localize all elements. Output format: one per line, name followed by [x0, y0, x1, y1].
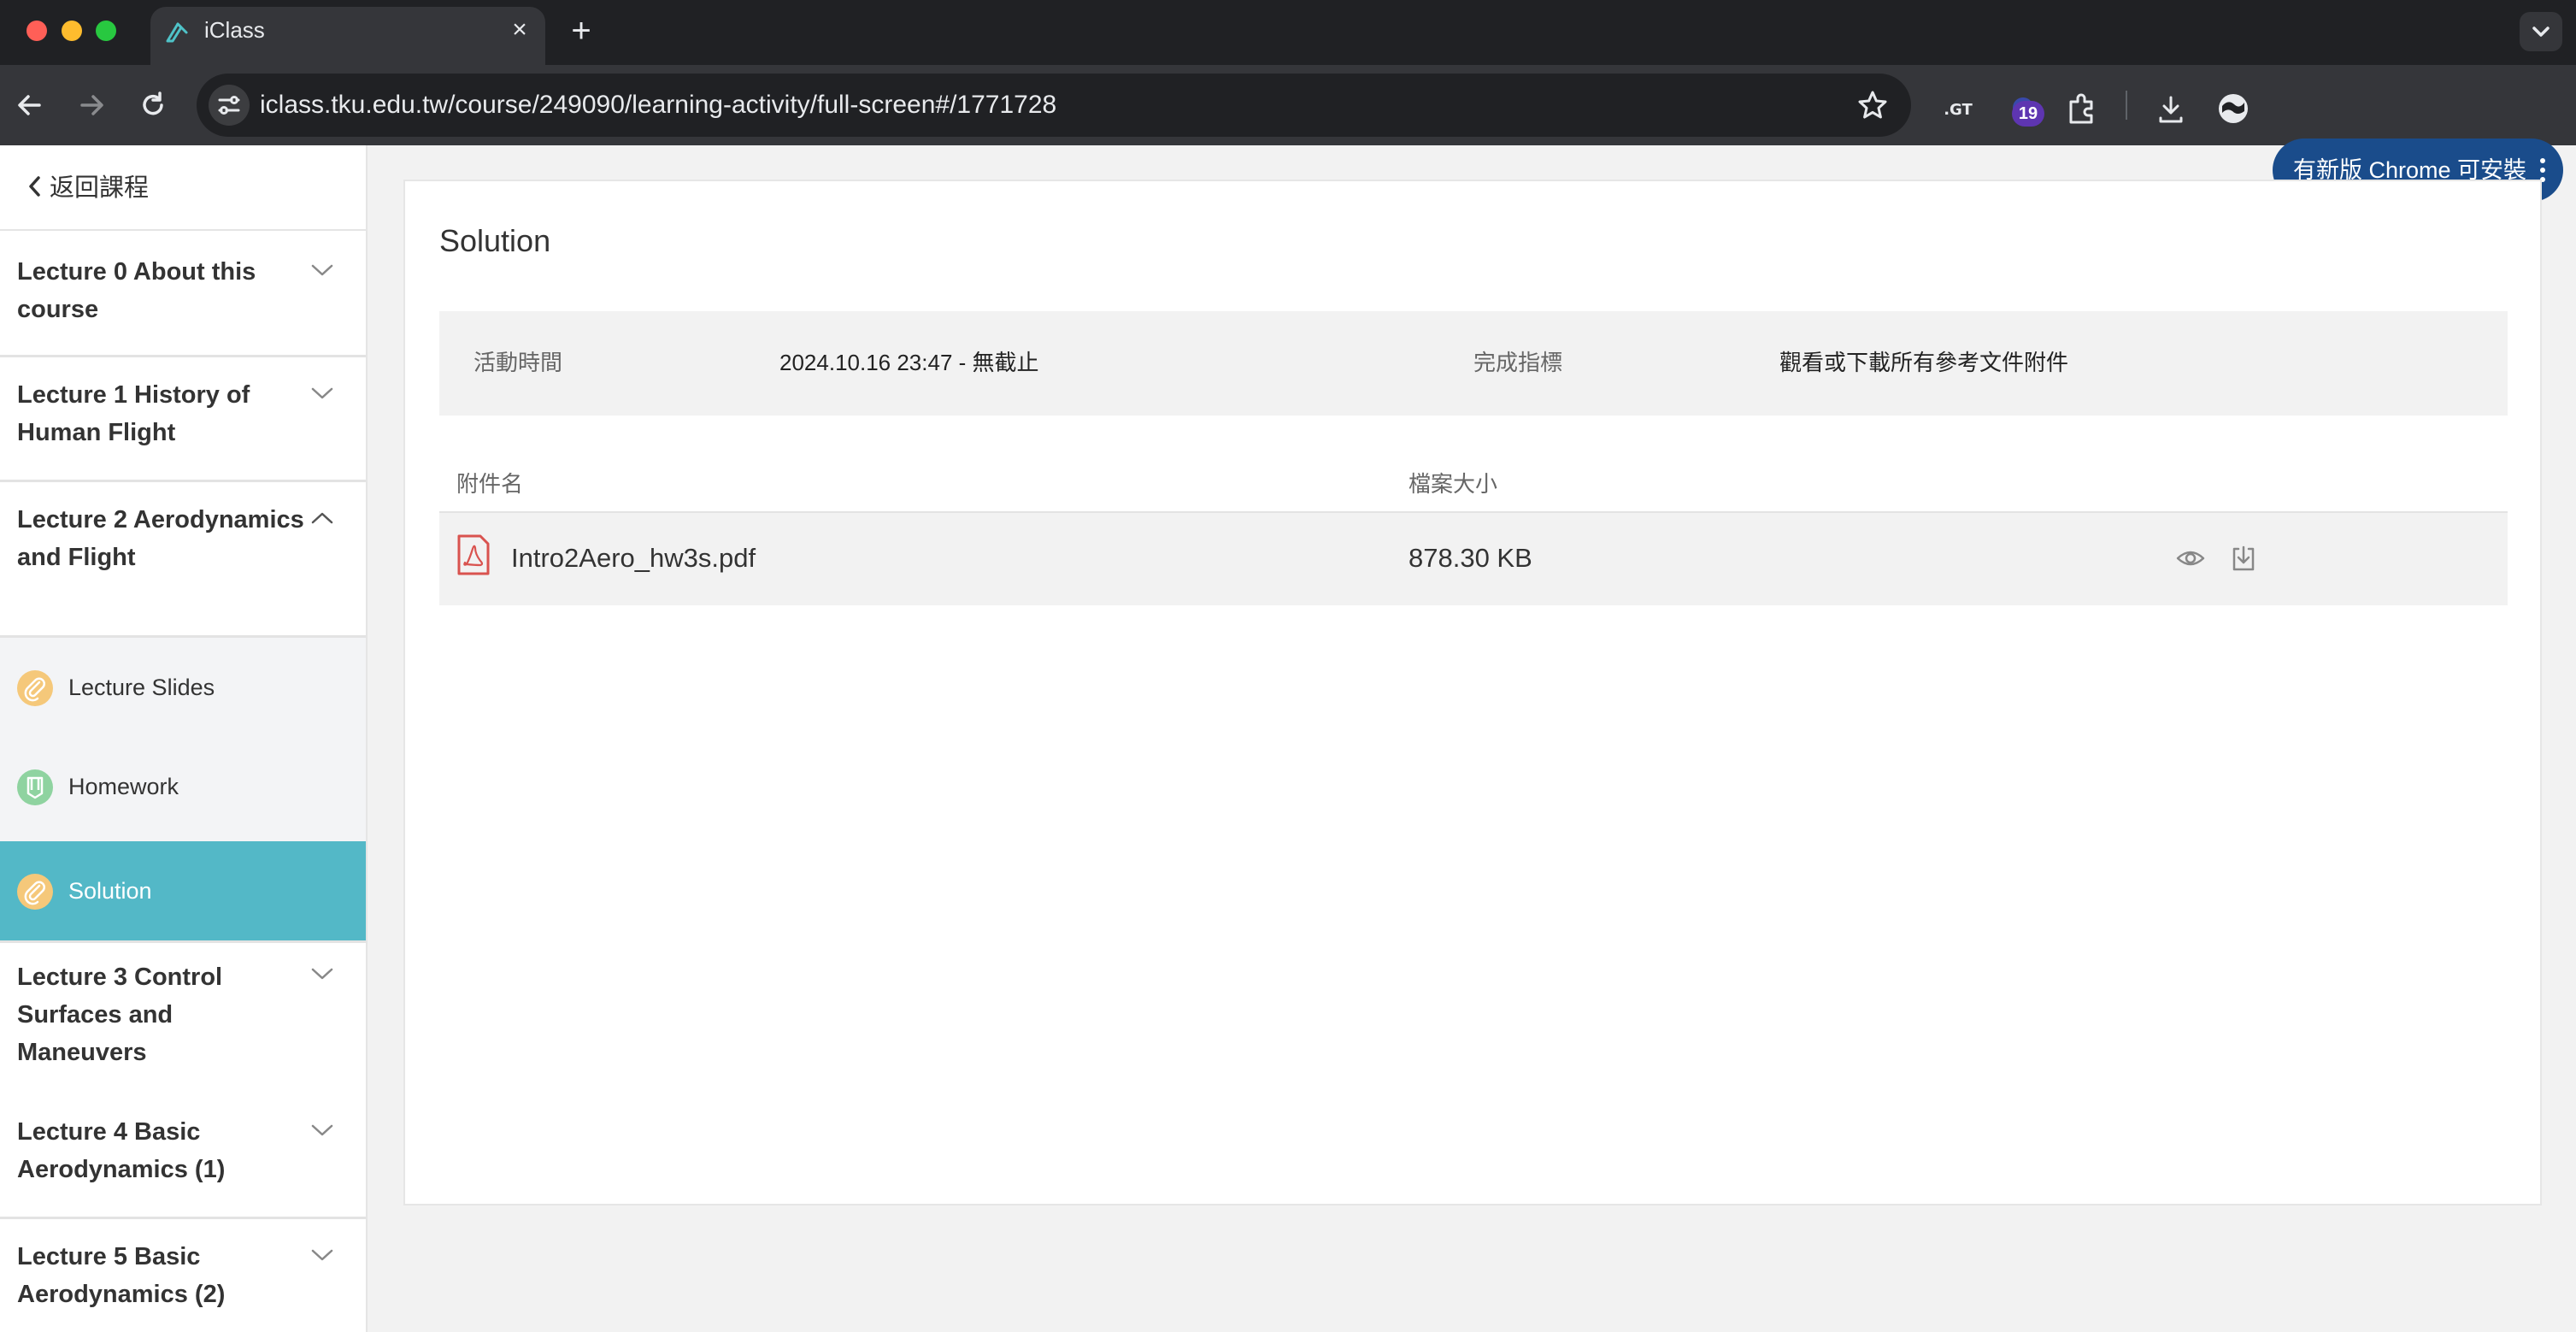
attachment-table-header: 附件名 檔案大小 [439, 458, 2508, 513]
toolbar-divider [2126, 91, 2127, 120]
lecture-title: Lecture 3 Control Surfaces and Maneuvers [17, 964, 223, 1066]
profile-avatar-icon[interactable] [2215, 91, 2251, 127]
chevron-up-icon [311, 512, 333, 524]
lecture-title: Lecture 1 History of Human Flight [17, 381, 250, 446]
lecture-title: Lecture 2 Aerodynamics and Flight [17, 506, 304, 571]
maximize-window-button[interactable] [96, 21, 116, 41]
attachment-size: 878.30 KB [1409, 543, 1532, 573]
preview-eye-icon[interactable] [2174, 542, 2207, 575]
lecture-0-header[interactable]: Lecture 0 About this course [0, 231, 366, 357]
url-text: iclass.tku.edu.tw/course/249090/learning… [260, 91, 1057, 119]
browser-titlebar: iClass × + [0, 0, 2576, 65]
chevron-down-icon [311, 387, 333, 399]
chevron-down-icon [311, 968, 333, 980]
chevron-down-icon [2532, 27, 2550, 37]
activity-solution[interactable]: Solution [0, 841, 366, 940]
close-window-button[interactable] [26, 21, 47, 41]
lecture-1-header[interactable]: Lecture 1 History of Human Flight [0, 357, 366, 482]
paperclip-icon [17, 874, 53, 910]
page-title: Solution [439, 223, 551, 258]
site-info-button[interactable] [209, 85, 250, 126]
column-header-size: 檔案大小 [1409, 471, 1498, 497]
tab-close-icon[interactable]: × [506, 14, 533, 46]
bookmark-star-icon[interactable] [1856, 89, 1889, 121]
lecture-title: Lecture 4 Basic Aerodynamics (1) [17, 1118, 226, 1183]
extension-badge: 19 [2012, 101, 2044, 127]
tab-search-button[interactable] [2520, 12, 2562, 51]
activity-panel: Solution 活動時間 2024.10.16 23:47 - 無截止 完成指… [403, 180, 2542, 1205]
activity-info-bar: 活動時間 2024.10.16 23:47 - 無截止 完成指標 觀看或下載所有… [439, 311, 2508, 416]
chevron-down-icon [311, 1124, 333, 1136]
forward-arrow-icon[interactable] [70, 84, 113, 127]
back-label: 返回課程 [50, 174, 150, 202]
tab-title: iClass [204, 17, 265, 43]
lecture-title: Lecture 0 About this course [17, 258, 256, 323]
tune-icon [218, 96, 240, 115]
paperclip-icon [17, 670, 53, 706]
back-arrow-icon[interactable] [9, 84, 51, 127]
activity-homework[interactable]: Homework [0, 737, 366, 836]
downloads-icon[interactable] [2153, 91, 2189, 127]
activity-label: Solution [68, 878, 152, 904]
lecture-title: Lecture 5 Basic Aerodynamics (2) [17, 1243, 226, 1308]
pdf-file-icon [457, 534, 490, 575]
chevron-left-icon [29, 176, 40, 197]
course-sidebar: 返回課程 Lecture 0 About this course Lecture… [0, 145, 368, 1332]
address-bar[interactable]: iclass.tku.edu.tw/course/249090/learning… [197, 74, 1911, 137]
lecture-4-header[interactable]: Lecture 4 Basic Aerodynamics (1) [0, 1094, 366, 1219]
activity-label: Lecture Slides [68, 675, 215, 700]
criteria-label: 完成指標 [1473, 350, 1563, 375]
criteria-value: 觀看或下載所有參考文件附件 [1779, 350, 2069, 375]
new-tab-icon[interactable]: + [564, 12, 598, 50]
time-label: 活動時間 [473, 350, 563, 375]
activity-label: Homework [68, 774, 179, 799]
table-row: Intro2Aero_hw3s.pdf 878.30 KB [439, 513, 2508, 605]
minimize-window-button[interactable] [62, 21, 82, 41]
svg-text:.GT: .GT [1944, 101, 1973, 119]
reload-icon[interactable] [132, 84, 174, 127]
chevron-down-icon [311, 264, 333, 276]
attachment-name-link[interactable]: Intro2Aero_hw3s.pdf [511, 540, 756, 576]
activity-lecture-slides[interactable]: Lecture Slides [0, 638, 366, 737]
lecture-2-header[interactable]: Lecture 2 Aerodynamics and Flight [0, 482, 366, 638]
homework-icon [17, 769, 53, 805]
translate-extension-icon[interactable]: .GT [1940, 91, 1976, 127]
back-to-course-link[interactable]: 返回課程 [0, 145, 366, 231]
lecture-5-header[interactable]: Lecture 5 Basic Aerodynamics (2) [0, 1219, 366, 1332]
time-value: 2024.10.16 23:47 - 無截止 [779, 350, 1039, 375]
download-icon[interactable] [2227, 542, 2260, 575]
column-header-name: 附件名 [456, 471, 524, 497]
iclass-favicon-icon [166, 22, 188, 43]
browser-toolbar: iclass.tku.edu.tw/course/249090/learning… [0, 65, 2576, 202]
chevron-down-icon [311, 1249, 333, 1261]
extensions-puzzle-icon[interactable] [2063, 91, 2099, 127]
